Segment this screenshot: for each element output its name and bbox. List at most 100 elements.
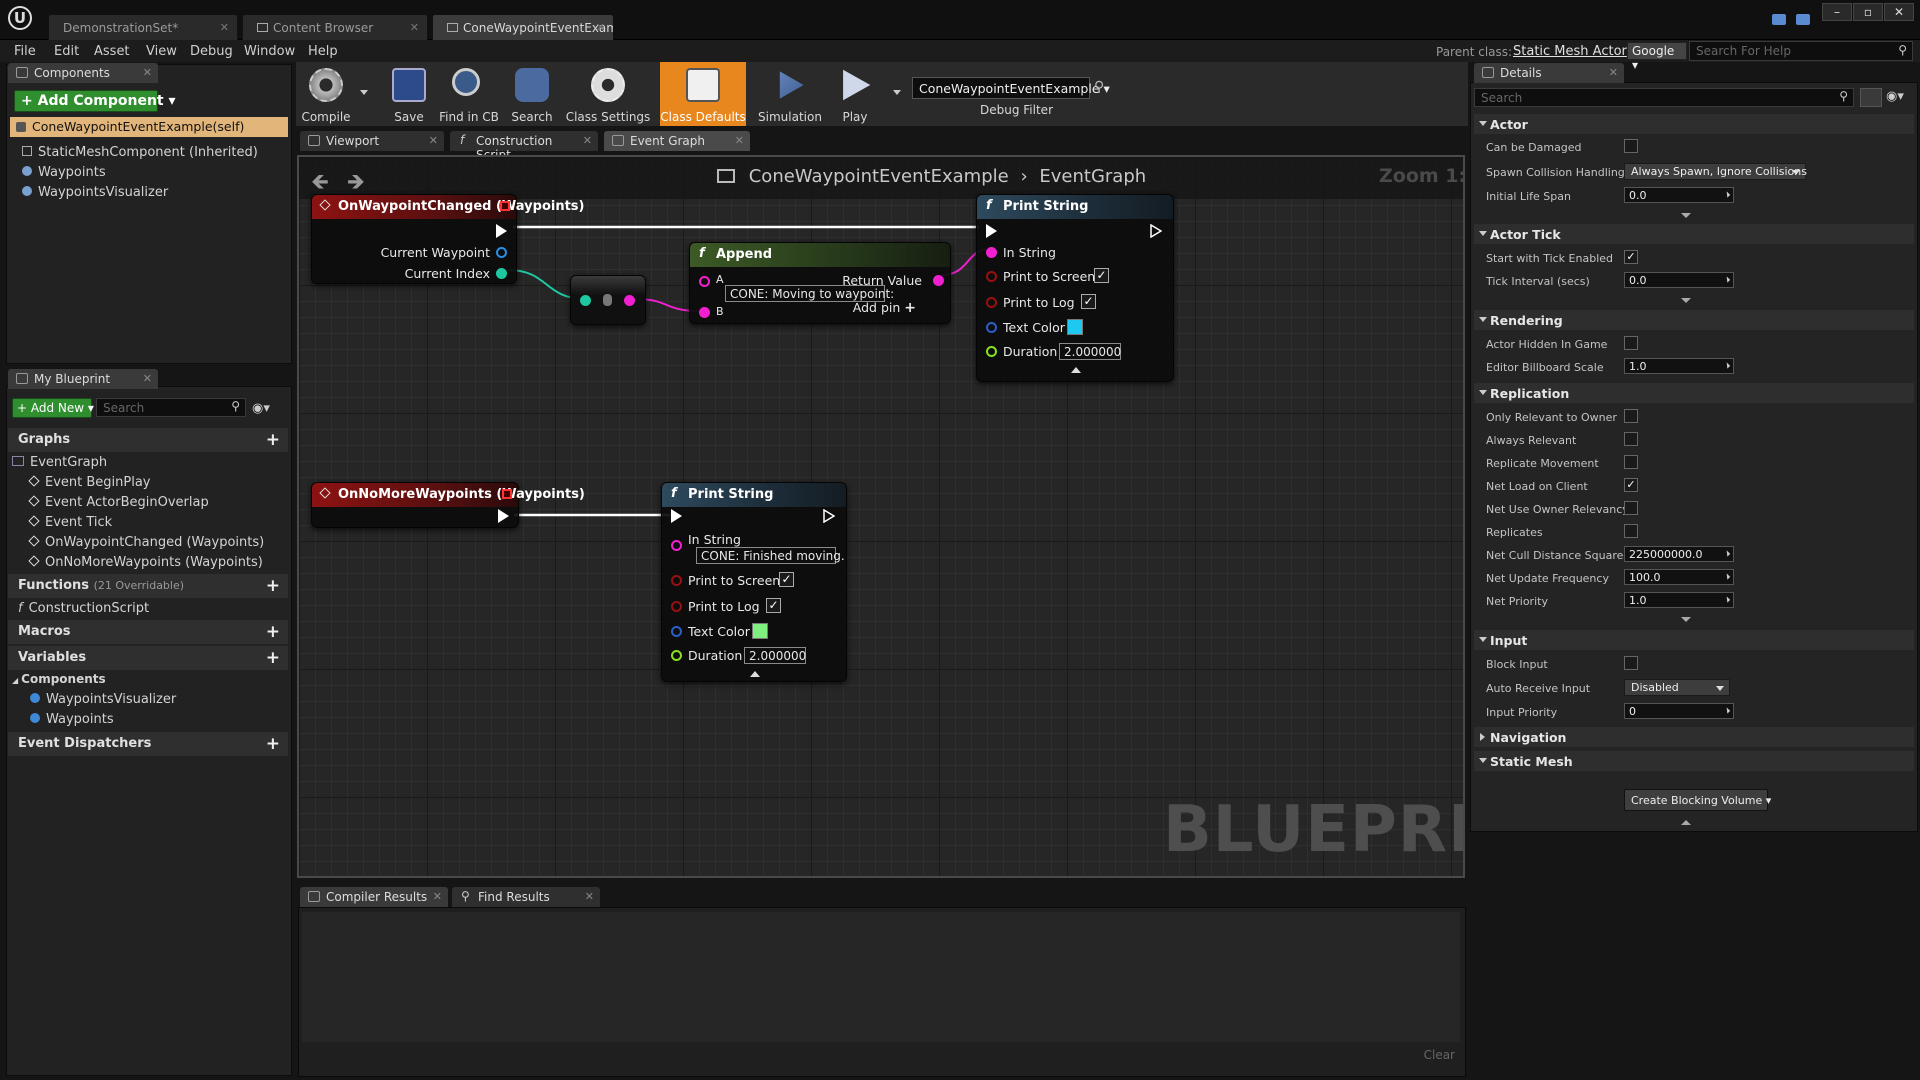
event-item-actor-begin-overlap[interactable]: Event ActorBeginOverlap: [28, 495, 209, 510]
print-to-screen-pin[interactable]: [671, 575, 682, 586]
close-icon[interactable]: ✕: [143, 372, 152, 385]
macros-category[interactable]: Macros +: [8, 620, 288, 644]
can-be-damaged-checkbox[interactable]: [1624, 139, 1638, 153]
exec-out-pin[interactable]: [823, 509, 835, 523]
menu-file[interactable]: File: [14, 44, 36, 59]
details-section-navigation[interactable]: Navigation: [1474, 727, 1914, 747]
function-node-print-string-1[interactable]: f Print String In String Print to Screen …: [976, 194, 1174, 382]
view-options-eye-icon[interactable]: ◉▾: [1886, 89, 1904, 104]
functions-category[interactable]: Functions (21 Overridable) +: [8, 574, 288, 598]
exec-out-pin[interactable]: [498, 509, 509, 523]
print-to-log-checkbox[interactable]: ✓: [1081, 294, 1096, 309]
details-section-input[interactable]: Input: [1474, 630, 1914, 650]
close-icon[interactable]: ✕: [429, 134, 438, 147]
details-section-actor[interactable]: Actor: [1474, 114, 1914, 134]
net-load-checkbox[interactable]: ✓: [1624, 478, 1638, 492]
spawn-collision-dropdown[interactable]: Always Spawn, Ignore Collisions: [1624, 163, 1807, 180]
doc-tab-content-browser[interactable]: Content Browser ✕: [242, 14, 428, 40]
in-string-input[interactable]: CONE: Finished moving.: [696, 547, 845, 564]
text-color-swatch[interactable]: [1067, 319, 1083, 335]
owner-relevancy-checkbox[interactable]: [1624, 501, 1638, 515]
component-item-waypoints-visualizer[interactable]: WaypointsVisualizer: [22, 185, 168, 200]
billboard-scale-input[interactable]: 1.0: [1624, 358, 1734, 374]
print-to-log-checkbox[interactable]: ✓: [766, 598, 781, 613]
close-icon[interactable]: ✕: [735, 134, 744, 147]
details-search-input[interactable]: Search ⚲: [1474, 88, 1854, 107]
add-pin-button[interactable]: Add pin +: [853, 300, 916, 316]
add-component-button[interactable]: + Add Component ▾: [14, 90, 176, 112]
property-matrix-icon[interactable]: [1860, 88, 1882, 107]
add-macro-icon[interactable]: +: [266, 622, 280, 642]
net-priority-input[interactable]: 1.0: [1624, 592, 1734, 608]
current-index-pin[interactable]: [496, 268, 507, 279]
delegate-pin-icon[interactable]: [502, 489, 512, 499]
component-item-static-mesh[interactable]: StaticMeshComponent (Inherited): [22, 145, 258, 160]
delegate-pin-icon[interactable]: [500, 201, 510, 211]
initial-life-span-input[interactable]: 0.0: [1624, 187, 1734, 203]
debug-browse-icon[interactable]: ⚲: [1094, 79, 1104, 95]
add-graph-icon[interactable]: +: [266, 430, 280, 450]
in-string-pin[interactable]: [671, 540, 682, 551]
close-icon[interactable]: ✕: [585, 890, 594, 903]
variables-category[interactable]: Variables +: [8, 646, 288, 670]
replication-advanced-arrow-icon[interactable]: [1681, 617, 1691, 622]
static-mesh-advanced-arrow-icon[interactable]: [1681, 820, 1691, 825]
close-icon[interactable]: ✕: [583, 134, 592, 147]
function-item-construction-script[interactable]: f ConstructionScript: [18, 601, 149, 616]
event-item-begin-play[interactable]: Event BeginPlay: [28, 475, 151, 490]
clear-button[interactable]: Clear: [1424, 1048, 1455, 1062]
print-to-log-pin[interactable]: [671, 601, 682, 612]
event-dispatchers-category[interactable]: Event Dispatchers +: [8, 732, 288, 756]
close-icon[interactable]: ✕: [596, 21, 605, 34]
add-function-icon[interactable]: +: [266, 576, 280, 596]
text-color-swatch[interactable]: [752, 623, 768, 639]
text-color-pin[interactable]: [986, 322, 997, 333]
details-section-actor-tick[interactable]: Actor Tick: [1474, 224, 1914, 244]
component-item-waypoints[interactable]: Waypoints: [22, 165, 106, 180]
feedback-icon[interactable]: [1796, 14, 1810, 25]
variable-item-waypoints-visualizer[interactable]: WaypointsVisualizer: [30, 692, 176, 707]
view-options-eye-icon[interactable]: ◉▾: [252, 401, 270, 416]
details-section-rendering[interactable]: Rendering: [1474, 310, 1914, 330]
actor-advanced-arrow-icon[interactable]: [1681, 213, 1691, 218]
create-blocking-volume-button[interactable]: Create Blocking Volume ▾: [1624, 789, 1771, 811]
close-window-button[interactable]: ✕: [1884, 3, 1914, 21]
help-search-engine-dropdown[interactable]: Google ▾: [1627, 42, 1687, 72]
replicates-checkbox[interactable]: [1624, 524, 1638, 538]
event-node-on-waypoint-changed[interactable]: OnWaypointChanged (Waypoints) Current Wa…: [311, 194, 584, 284]
event-node-on-no-more-waypoints[interactable]: OnNoMoreWaypoints (Waypoints): [311, 482, 585, 528]
exec-out-pin[interactable]: [1150, 224, 1162, 238]
save-button[interactable]: Save: [382, 62, 436, 126]
compile-options-dropdown[interactable]: [360, 90, 368, 95]
menu-edit[interactable]: Edit: [54, 44, 79, 59]
start-with-tick-checkbox[interactable]: ✓: [1624, 250, 1638, 264]
compile-button[interactable]: Compile: [298, 62, 354, 126]
in-string-pin[interactable]: [986, 247, 997, 258]
class-settings-button[interactable]: Class Settings: [564, 62, 652, 126]
event-graph-canvas[interactable]: 🡸 🡺 ConeWaypointEventExample › EventGrap…: [297, 155, 1465, 878]
simulation-button[interactable]: Simulation: [752, 62, 828, 126]
close-icon[interactable]: ✕: [410, 21, 419, 34]
exec-in-pin[interactable]: [986, 224, 997, 238]
class-defaults-button[interactable]: Class Defaults: [660, 62, 746, 126]
net-cull-distance-input[interactable]: 225000000.0: [1624, 546, 1734, 562]
exec-out-pin[interactable]: [496, 224, 507, 238]
close-icon[interactable]: ✕: [1609, 66, 1618, 79]
my-blueprint-search-input[interactable]: Search ⚲: [96, 398, 246, 417]
duration-pin[interactable]: [986, 346, 997, 357]
event-item-on-waypoint-changed[interactable]: OnWaypointChanged (Waypoints): [28, 535, 264, 550]
append-a-pin[interactable]: [699, 276, 710, 287]
menu-asset[interactable]: Asset: [94, 44, 130, 59]
components-subcategory[interactable]: ◢ Components: [12, 672, 106, 686]
close-icon[interactable]: ✕: [143, 66, 152, 79]
compiler-results-tab[interactable]: Compiler Results ✕: [300, 887, 448, 907]
add-new-button[interactable]: + Add New ▾: [12, 398, 94, 418]
exec-in-pin[interactable]: [671, 509, 682, 523]
component-self-item[interactable]: ConeWaypointEventExample(self): [10, 117, 288, 137]
actor-hidden-checkbox[interactable]: [1624, 336, 1638, 350]
add-variable-icon[interactable]: +: [266, 648, 280, 668]
tick-advanced-arrow-icon[interactable]: [1681, 298, 1691, 303]
duration-input[interactable]: 2.000000: [1059, 343, 1121, 360]
input-priority-input[interactable]: 0: [1624, 703, 1734, 719]
append-b-pin[interactable]: [699, 307, 710, 318]
